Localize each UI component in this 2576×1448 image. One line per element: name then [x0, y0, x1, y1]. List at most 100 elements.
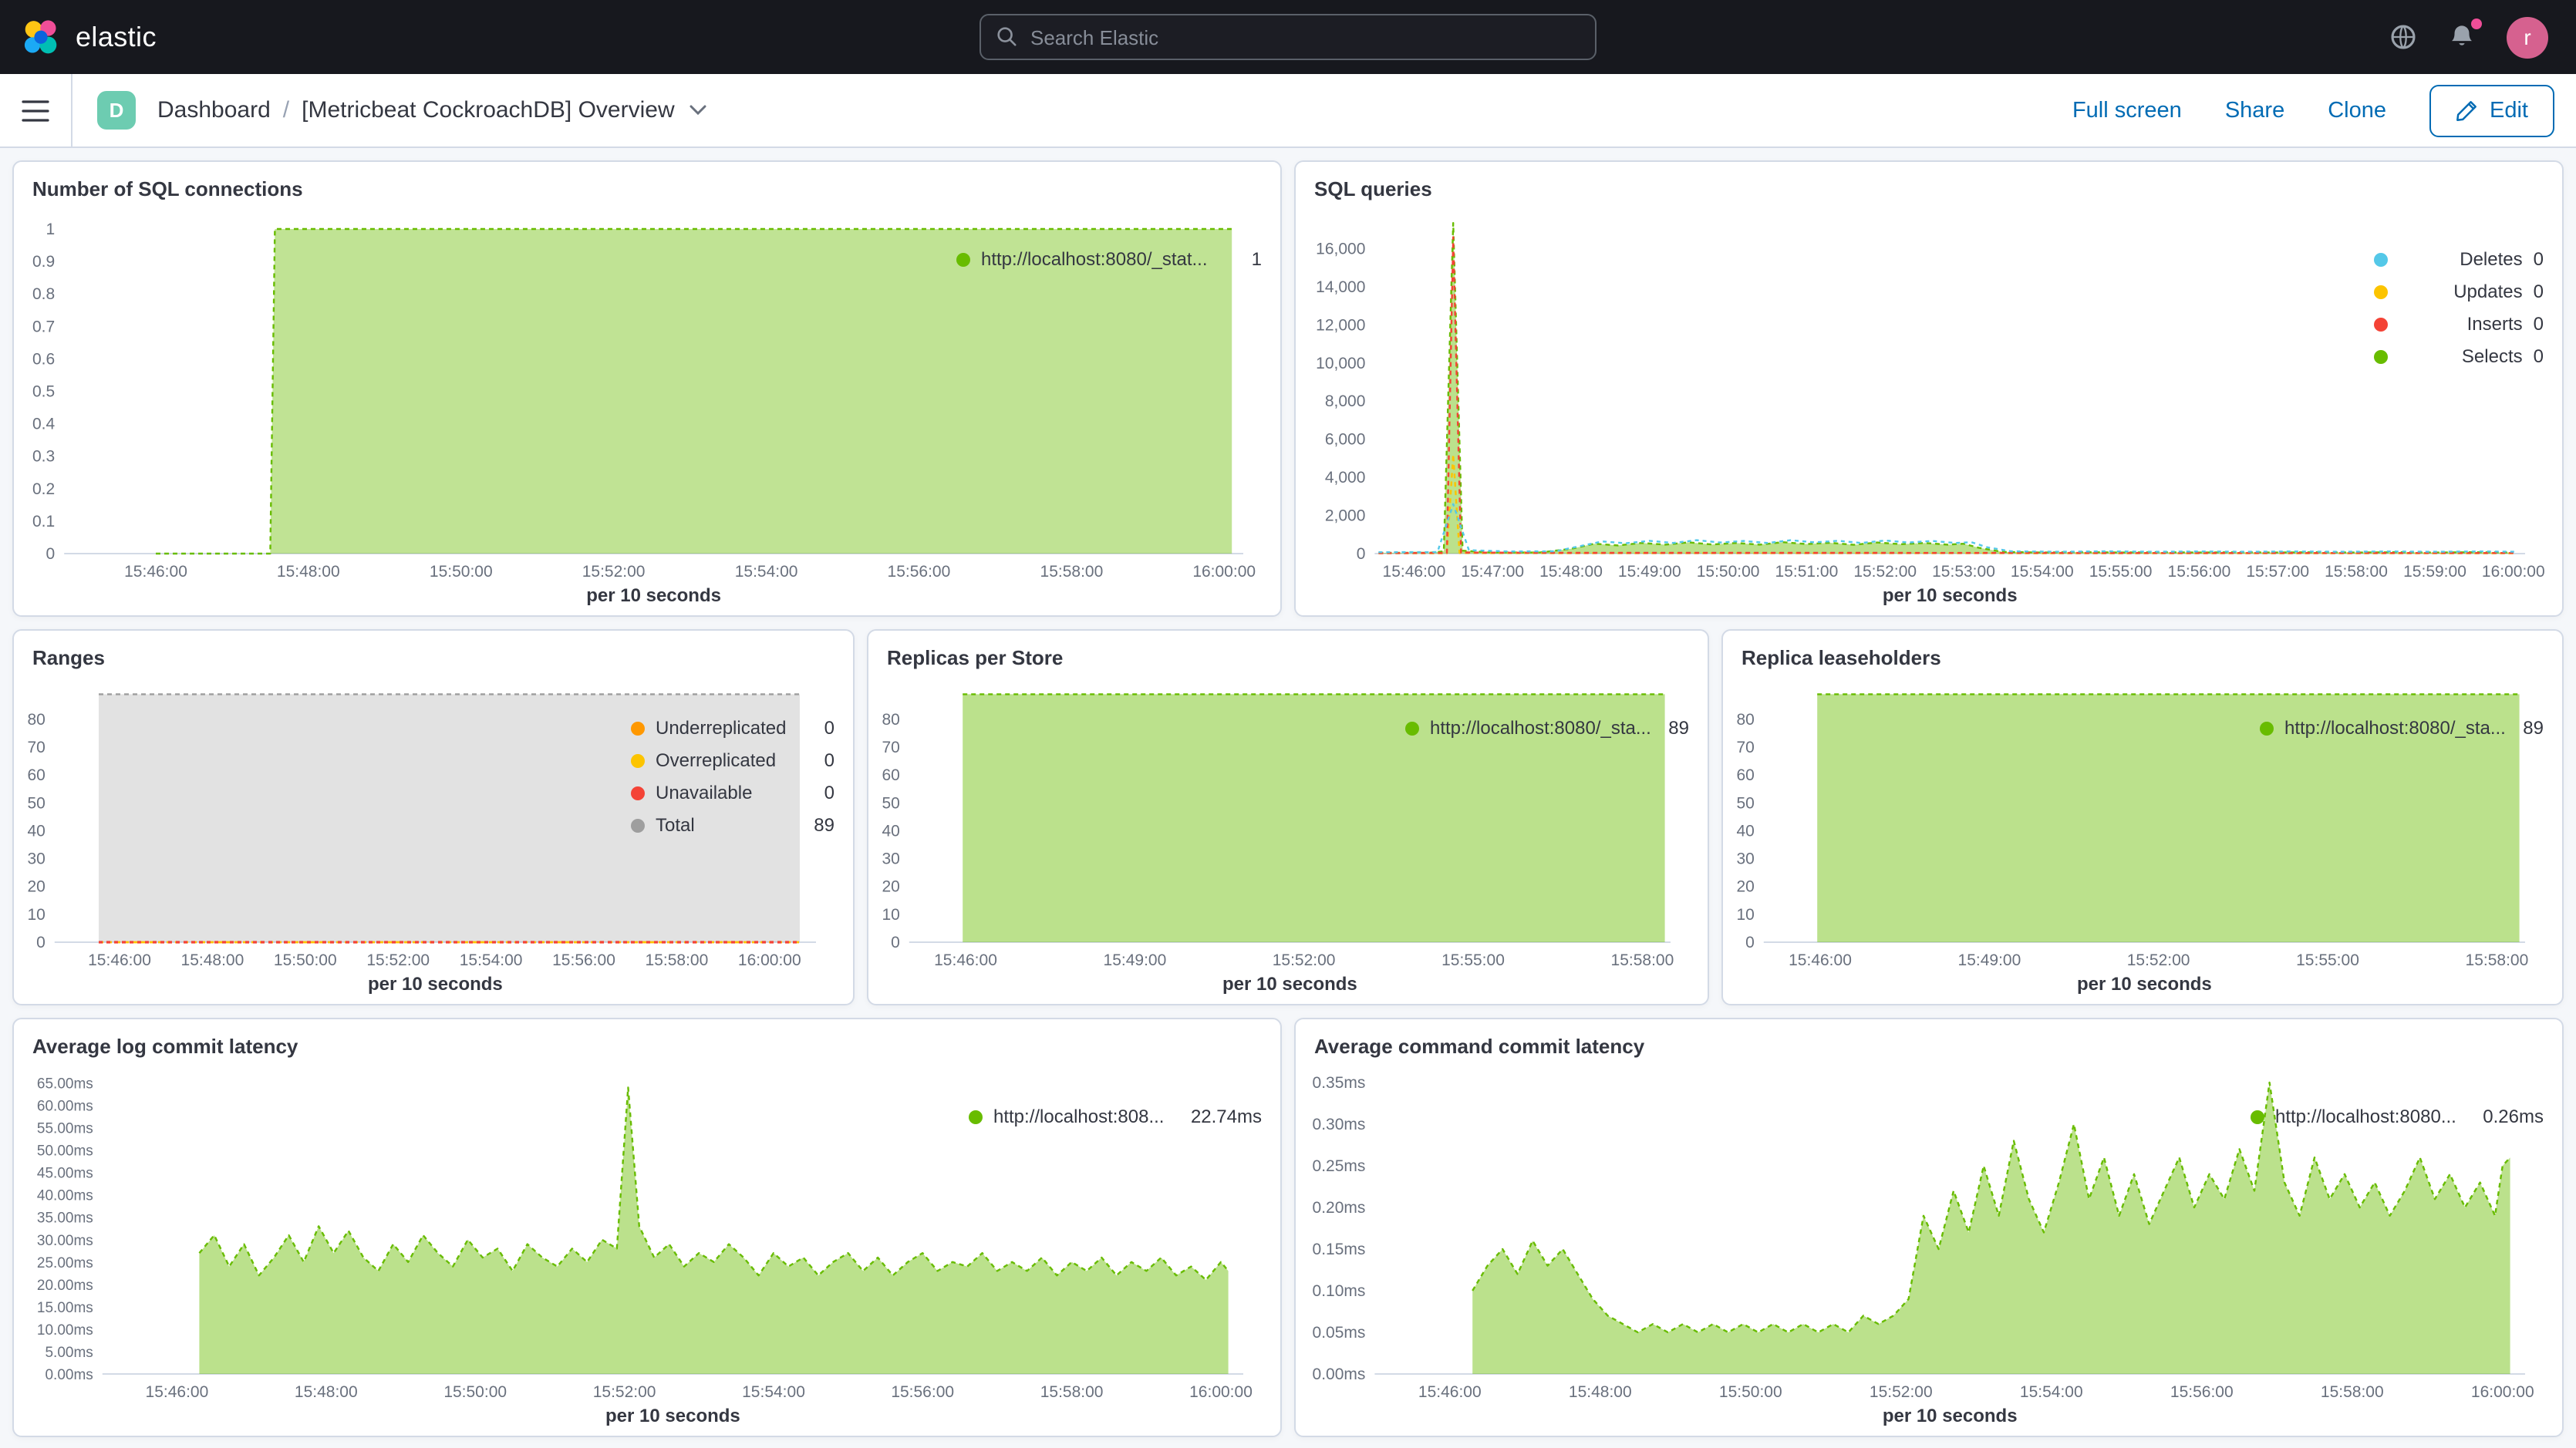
- brand-area: elastic: [0, 18, 157, 56]
- svg-text:15:46:00: 15:46:00: [124, 563, 187, 581]
- legend-label: http://localhost:8080/_sta...: [1430, 717, 1657, 739]
- legend-item[interactable]: http://localhost:8080/_sta... 89: [1405, 717, 1689, 739]
- svg-text:4,000: 4,000: [1325, 469, 1366, 487]
- chevron-down-icon[interactable]: [690, 105, 707, 116]
- legend: http://localhost:8080/_sta...89: [2260, 671, 2547, 998]
- legend-item[interactable]: Updates 0: [2374, 281, 2544, 302]
- legend-item[interactable]: http://localhost:808...22.74ms: [969, 1106, 1262, 1127]
- legend-label: Overreplicated: [656, 749, 814, 771]
- chart-ranges[interactable]: 0102030405060708015:46:0015:48:0015:50:0…: [17, 671, 631, 998]
- legend-label: http://localhost:8080/_stat...: [981, 248, 1241, 270]
- svg-text:5.00ms: 5.00ms: [45, 1345, 93, 1361]
- legend-item[interactable]: Deletes0: [2374, 248, 2544, 270]
- svg-text:15:50:00: 15:50:00: [1719, 1383, 1782, 1401]
- svg-text:70: 70: [1736, 739, 1754, 756]
- svg-text:0.10ms: 0.10ms: [1313, 1282, 1366, 1300]
- svg-text:15:54:00: 15:54:00: [2011, 563, 2074, 581]
- svg-text:1: 1: [46, 221, 56, 238]
- svg-text:15:49:00: 15:49:00: [1618, 563, 1681, 581]
- svg-text:15:48:00: 15:48:00: [1569, 1383, 1632, 1401]
- svg-text:15:54:00: 15:54:00: [2020, 1383, 2083, 1401]
- row-2: Ranges 0102030405060708015:46:0015:48:00…: [12, 629, 2564, 1005]
- panel-title: Average log commit latency: [14, 1019, 1280, 1059]
- brand-text: elastic: [76, 21, 157, 53]
- elastic-logo[interactable]: [22, 18, 60, 56]
- clone-button[interactable]: Clone: [2328, 98, 2386, 123]
- legend-value: 0: [2534, 345, 2544, 367]
- help-icon[interactable]: [2389, 23, 2417, 51]
- svg-text:70: 70: [27, 739, 45, 756]
- breadcrumb-separator: /: [283, 97, 289, 123]
- edit-button[interactable]: Edit: [2429, 84, 2554, 136]
- svg-text:25.00ms: 25.00ms: [37, 1255, 93, 1271]
- svg-text:15:56:00: 15:56:00: [2168, 563, 2231, 581]
- legend-item[interactable]: Total89: [631, 814, 835, 836]
- svg-text:15:54:00: 15:54:00: [735, 563, 798, 581]
- legend-item[interactable]: Selects 0: [2374, 345, 2544, 367]
- svg-text:0.5: 0.5: [32, 382, 55, 400]
- chart-canvas: 02,0004,0006,0008,00010,00012,00014,0001…: [1299, 202, 2544, 609]
- legend-label: http://localhost:808...: [993, 1106, 1180, 1127]
- full-screen-button[interactable]: Full screen: [2072, 98, 2182, 123]
- legend-item[interactable]: http://localhost:8080/_stat...1: [956, 248, 1262, 270]
- legend-swatch: [2374, 349, 2388, 363]
- chart-average-command-commit-latency[interactable]: 0.00ms0.05ms0.10ms0.15ms0.20ms0.25ms0.30…: [1299, 1059, 2251, 1429]
- alerts-icon[interactable]: [2448, 23, 2476, 51]
- dashboard-app-badge[interactable]: D: [97, 91, 136, 130]
- svg-text:15:48:00: 15:48:00: [1539, 563, 1603, 581]
- svg-text:15:52:00: 15:52:00: [593, 1383, 656, 1401]
- svg-text:40: 40: [882, 822, 899, 840]
- chart-average-log-commit-latency[interactable]: 0.00ms5.00ms10.00ms15.00ms20.00ms25.00ms…: [17, 1059, 969, 1429]
- svg-text:15:52:00: 15:52:00: [1273, 951, 1336, 969]
- svg-text:12,000: 12,000: [1316, 316, 1365, 334]
- svg-text:60: 60: [882, 766, 899, 784]
- chart-sql-queries[interactable]: 02,0004,0006,0008,00010,00012,00014,0001…: [1299, 202, 2374, 609]
- edit-button-label: Edit: [2490, 98, 2528, 123]
- breadcrumb-dashboard-link[interactable]: Dashboard: [157, 97, 271, 123]
- svg-text:10.00ms: 10.00ms: [37, 1322, 93, 1339]
- legend-value: 89: [1668, 717, 1689, 739]
- legend-label: Unavailable: [656, 782, 814, 803]
- legend-value: 0: [2534, 281, 2544, 302]
- svg-text:6,000: 6,000: [1325, 431, 1366, 449]
- chart-number-of-sql-connections[interactable]: 00.10.20.30.40.50.60.70.80.9115:46:0015:…: [17, 202, 956, 609]
- legend-label: Selects: [2399, 345, 2523, 367]
- legend-swatch: [956, 252, 970, 266]
- svg-text:per 10 seconds: per 10 seconds: [605, 1406, 740, 1426]
- svg-text:10: 10: [1736, 906, 1754, 924]
- search-icon: [995, 25, 1018, 48]
- legend-item[interactable]: Overreplicated0: [631, 749, 835, 771]
- svg-text:80: 80: [1736, 711, 1754, 729]
- svg-text:per 10 seconds: per 10 seconds: [368, 974, 503, 995]
- svg-text:40.00ms: 40.00ms: [37, 1188, 93, 1204]
- svg-text:30.00ms: 30.00ms: [37, 1233, 93, 1249]
- menu-button[interactable]: [0, 74, 72, 146]
- app: elastic: [0, 0, 2576, 1448]
- svg-text:0.9: 0.9: [32, 253, 55, 271]
- legend-item[interactable]: http://localhost:8080...0.26ms: [2251, 1106, 2544, 1127]
- chart-replicas-per-store[interactable]: 0102030405060708015:46:0015:49:0015:52:0…: [872, 671, 1405, 998]
- svg-text:15:46:00: 15:46:00: [1383, 563, 1446, 581]
- legend-label: http://localhost:8080/_sta...: [2284, 717, 2512, 739]
- user-avatar[interactable]: r: [2507, 16, 2548, 58]
- svg-text:80: 80: [882, 711, 899, 729]
- legend-item[interactable]: Unavailable0: [631, 782, 835, 803]
- share-button[interactable]: Share: [2225, 98, 2284, 123]
- svg-text:per 10 seconds: per 10 seconds: [1883, 585, 2018, 606]
- svg-text:15:52:00: 15:52:00: [1870, 1383, 1933, 1401]
- svg-text:0: 0: [36, 934, 46, 951]
- legend-item[interactable]: http://localhost:8080/_sta...89: [2260, 717, 2544, 739]
- svg-text:15:50:00: 15:50:00: [430, 563, 493, 581]
- chart-replica-leaseholders[interactable]: 0102030405060708015:46:0015:49:0015:52:0…: [1726, 671, 2260, 998]
- svg-text:15:54:00: 15:54:00: [742, 1383, 805, 1401]
- panel-title: Replicas per Store: [868, 631, 1708, 671]
- legend-item[interactable]: Underreplicated0: [631, 717, 835, 739]
- global-search[interactable]: [979, 14, 1597, 60]
- legend-label: Updates: [2399, 281, 2523, 302]
- svg-text:15:53:00: 15:53:00: [1932, 563, 1995, 581]
- search-input[interactable]: [979, 14, 1597, 60]
- legend-item[interactable]: Inserts0: [2374, 313, 2544, 335]
- svg-text:0: 0: [1357, 545, 1366, 563]
- svg-text:0.8: 0.8: [32, 285, 55, 303]
- svg-text:15:46:00: 15:46:00: [934, 951, 997, 969]
